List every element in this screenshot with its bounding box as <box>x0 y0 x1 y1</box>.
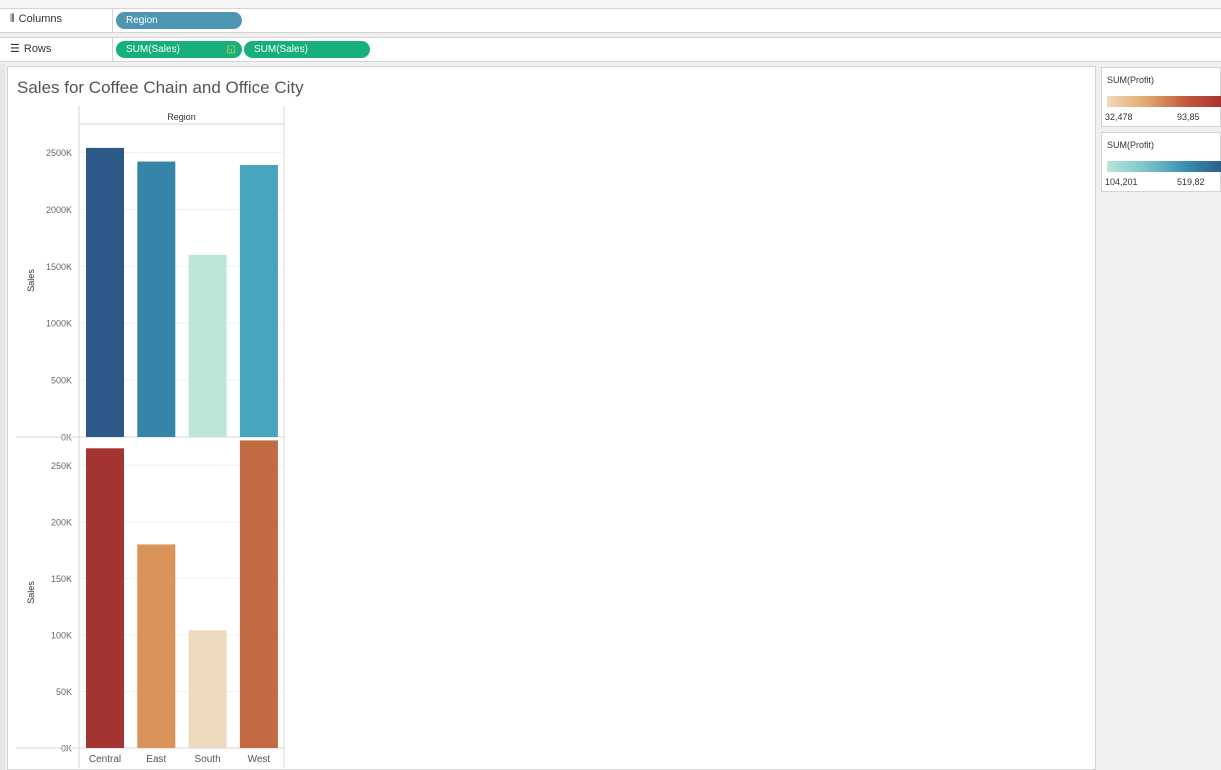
x-category-label: Central <box>89 754 121 765</box>
column-header-label: Region <box>167 112 196 122</box>
x-category-label: East <box>146 754 166 765</box>
y-tick-label: 500K <box>51 376 72 386</box>
y-axis-title: Sales <box>26 581 36 604</box>
y-tick-label: 50K <box>56 687 72 697</box>
y-axis-title: Sales <box>26 269 36 292</box>
legend-color-ramp <box>1107 96 1221 107</box>
y-tick-label: 2000K <box>46 205 72 215</box>
legend-min-value: 32,478 <box>1105 112 1133 122</box>
bar-central <box>86 448 124 748</box>
y-tick-label: 1500K <box>46 262 72 272</box>
bar-west <box>239 440 278 748</box>
y-tick-label: 250K <box>51 461 72 471</box>
legend-min-value: 104,201 <box>1105 177 1138 187</box>
x-category-label: West <box>248 754 271 765</box>
x-category-label: South <box>195 754 221 765</box>
bar-south <box>188 630 227 748</box>
y-tick-label: 100K <box>51 630 72 640</box>
bar-chart: Region0K500K1000K1500K2000K2500KSales0K5… <box>16 106 285 768</box>
profit-legend-warm[interactable]: SUM(Profit) 32,478 93,85 <box>1101 67 1221 127</box>
legend-max-value: 519,82 <box>1177 177 1205 187</box>
y-tick-label: 150K <box>51 574 72 584</box>
bar-south <box>188 254 227 437</box>
legend-title: SUM(Profit) <box>1107 75 1154 85</box>
bar-central <box>86 147 124 437</box>
bar-west <box>239 164 278 437</box>
bar-east <box>137 544 176 748</box>
y-tick-label: 200K <box>51 517 72 527</box>
bar-east <box>137 161 176 437</box>
profit-legend-cool[interactable]: SUM(Profit) 104,201 519,82 <box>1101 132 1221 192</box>
legend-title: SUM(Profit) <box>1107 140 1154 150</box>
legend-max-value: 93,85 <box>1177 112 1200 122</box>
legend-color-ramp <box>1107 161 1221 172</box>
y-tick-label: 1000K <box>46 319 72 329</box>
y-tick-label: 2500K <box>46 148 72 158</box>
